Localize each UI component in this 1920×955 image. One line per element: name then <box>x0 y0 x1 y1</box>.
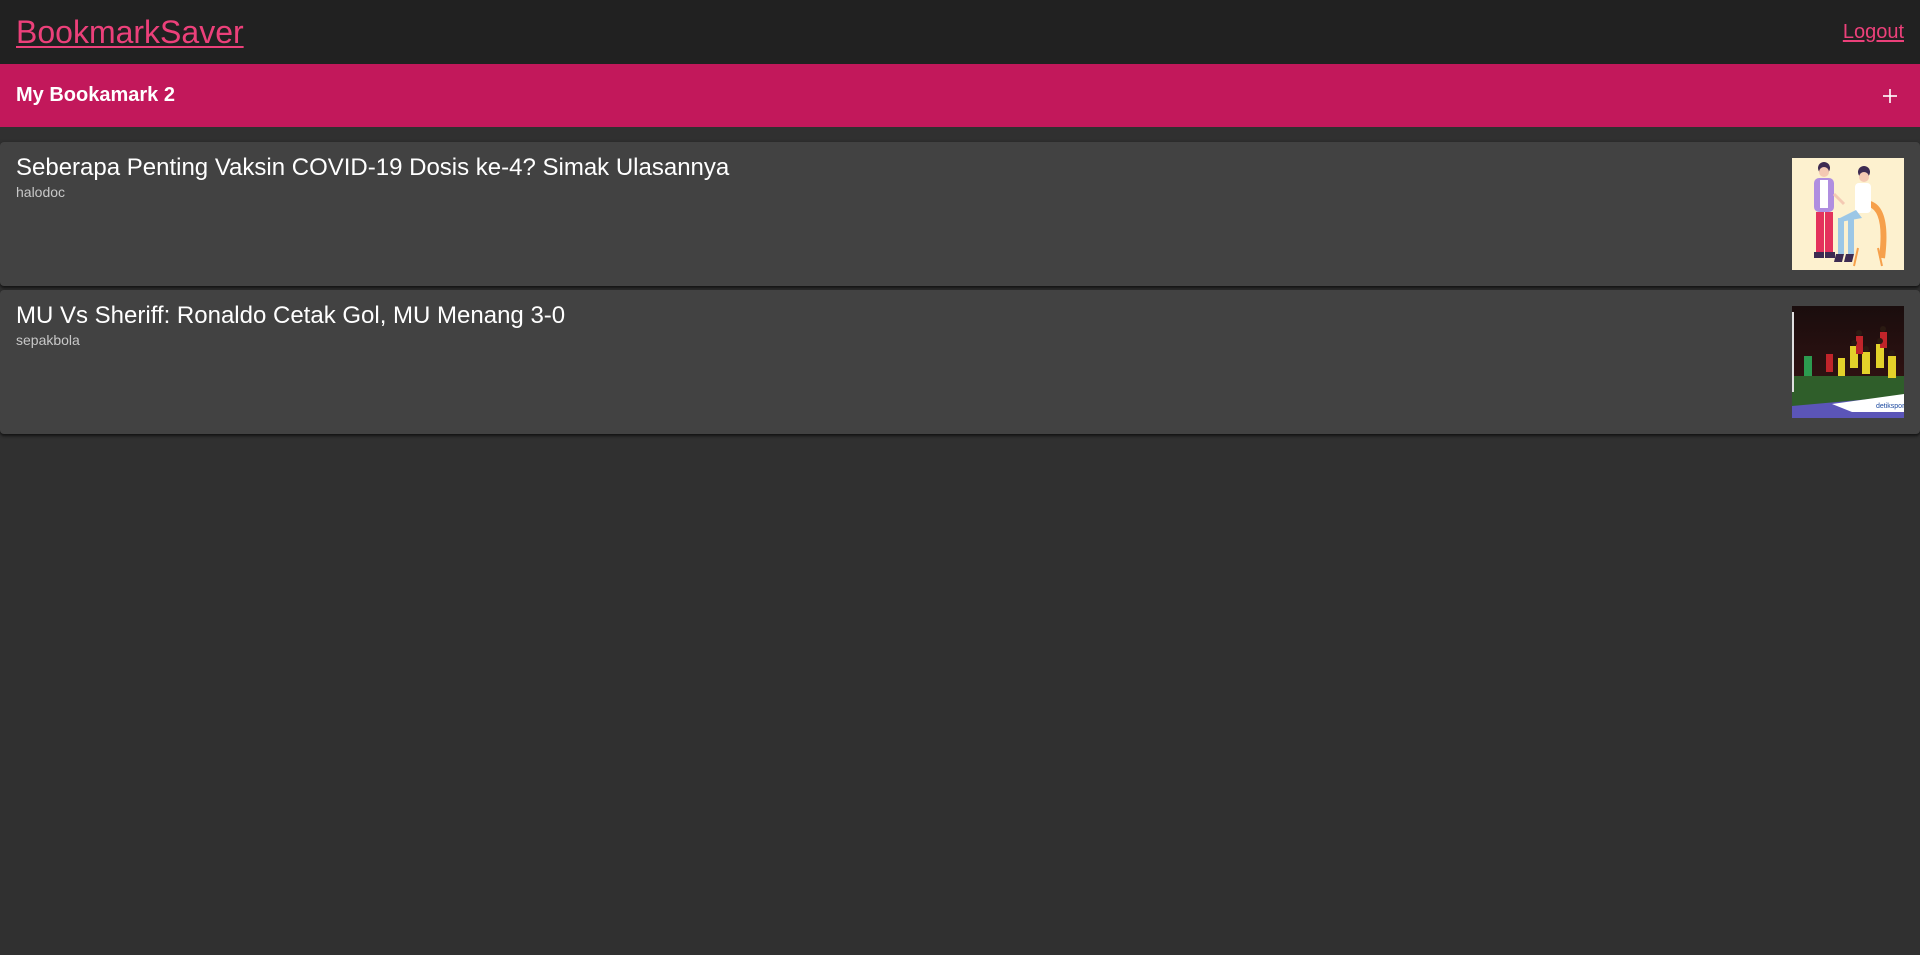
bookmark-title[interactable]: Seberapa Penting Vaksin COVID-19 Dosis k… <box>16 154 729 182</box>
vaccine-illustration-image <box>1792 158 1904 270</box>
bookmark-source: sepakbola <box>16 332 80 348</box>
bookmark-card[interactable]: MU Vs Sheriff: Ronaldo Cetak Gol, MU Men… <box>0 290 1920 434</box>
plus-icon <box>1883 88 1897 103</box>
bookmark-title[interactable]: MU Vs Sheriff: Ronaldo Cetak Gol, MU Men… <box>16 302 565 330</box>
football-match-image: detiksport <box>1792 306 1904 418</box>
bookmark-source: halodoc <box>16 184 66 200</box>
brand-link[interactable]: BookmarkSaver <box>16 14 244 51</box>
bookmark-card[interactable]: Seberapa Penting Vaksin COVID-19 Dosis k… <box>0 142 1920 286</box>
folder-title: My Bookamark 2 <box>16 84 175 106</box>
app-header: BookmarkSaver Logout <box>0 0 1920 64</box>
bookmark-thumbnail[interactable] <box>1792 158 1904 270</box>
bookmark-thumbnail[interactable]: detiksport <box>1792 306 1904 418</box>
add-bookmark-button[interactable] <box>1872 78 1908 114</box>
thumbnail-watermark: detiksport <box>1876 403 1904 410</box>
folder-toolbar: My Bookamark 2 <box>0 64 1920 127</box>
logout-link[interactable]: Logout <box>1843 21 1904 44</box>
bookmark-list: Seberapa Penting Vaksin COVID-19 Dosis k… <box>0 142 1920 438</box>
